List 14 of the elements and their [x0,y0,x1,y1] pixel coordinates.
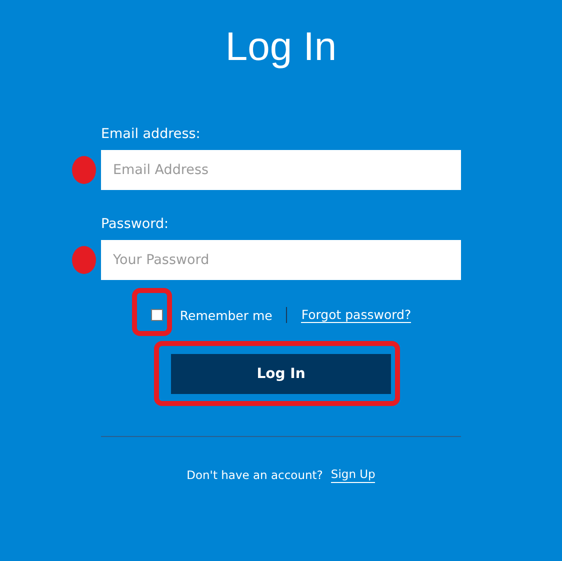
sign-up-link[interactable]: Sign Up [330,467,376,483]
email-field[interactable]: Email Address [101,150,461,190]
checkbox-label: Remember me [180,308,272,322]
field-label: Email address: [101,125,202,143]
forgot-password-link[interactable]: Forgot password? [301,307,412,323]
login-button[interactable]: Log In [171,354,391,394]
checkbox[interactable] [150,309,163,321]
annotation-mark [72,156,96,184]
annotation-mark [132,288,172,336]
field-label: Password: [101,215,170,233]
signup-prompt: Don't have an account? [186,468,323,482]
page-title: Log In [225,24,337,70]
password-field[interactable]: Your Password [101,240,461,280]
annotation-mark [72,246,96,274]
